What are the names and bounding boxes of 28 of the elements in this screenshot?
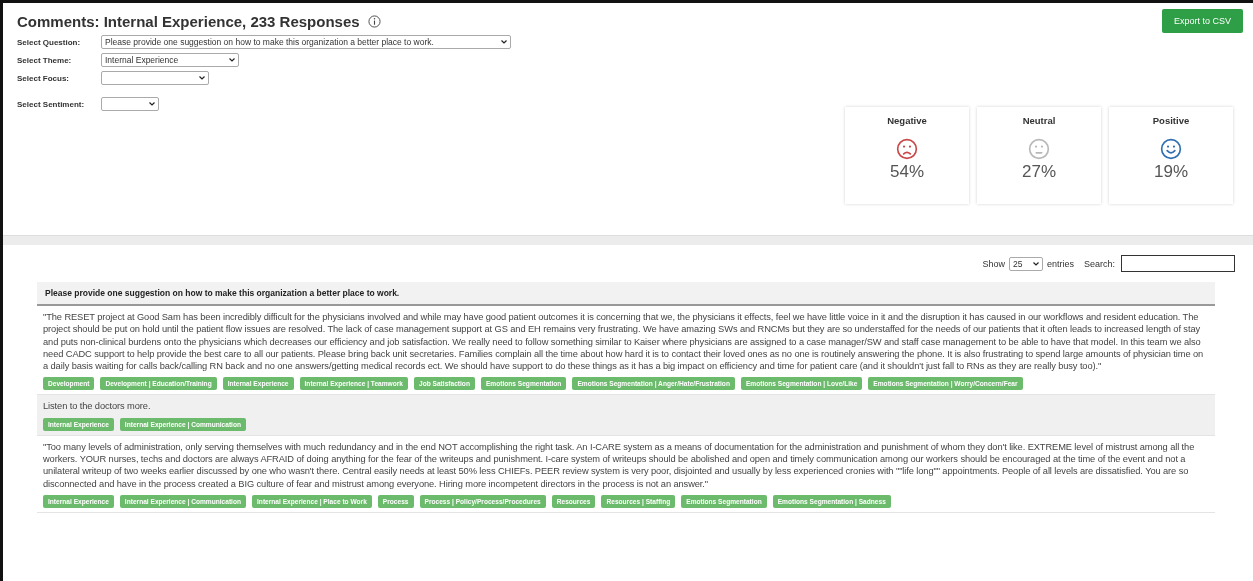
filter-label: Select Focus: bbox=[17, 73, 69, 83]
comment-text: "Too many levels of administration, only serving themselves with much redundancy and in the end NOT accomplishing the right task. An I-CARE system as a means of documentation for the administration and punishment of whom they don't like. EXTREME level of mistrust among all the workers. YOUR nurses, techs and doctors are always AFRAID of doing anything for the fear of the writeups and punishment. I-care system of writeups should be abolished and open and timely communication among our workers should be encouraged at the time of the event and not a unilateral writeup of two weeks earlier discussed by one who wasn't there. Central easily needs at least 50% less CHIEFs. PEER review system is very poor, disjointed and usually by less experienced cronies with ""life long"" appointments. People of all levels are dissatisfied. You are so disconnected and have in the process created a BIG culture of fear and mistrust among everyone. Hiring more incompetent directors in the process is not an answer." bbox=[43, 440, 1196, 490]
search-label: Search: bbox=[1083, 258, 1115, 269]
sentiment-percent: 27% bbox=[1022, 162, 1056, 182]
page-title: Comments: Internal Experience, 233 Responses bbox=[17, 13, 360, 30]
chevron-icon bbox=[229, 58, 235, 62]
filter-dropdown[interactable]: Internal Experience bbox=[101, 53, 239, 67]
show-label: Show bbox=[982, 258, 1005, 269]
filter-label: Select Theme: bbox=[17, 55, 72, 65]
column-header[interactable]: Please provide one suggestion on how to make this organization a better place to work. bbox=[37, 282, 1215, 306]
filter-dropdown[interactable]: Please provide one suggestion on how to make this organization a better place to work. bbox=[101, 35, 511, 49]
page-size-dropdown[interactable]: 25 bbox=[1008, 256, 1043, 271]
filter-label: Select Question: bbox=[17, 37, 81, 47]
search-field[interactable] bbox=[1121, 255, 1235, 272]
chevron-icon bbox=[501, 40, 507, 44]
sentiment-label: Negative bbox=[887, 115, 927, 126]
comment-text: Listen to the doctors more. bbox=[43, 400, 152, 413]
chevron-icon bbox=[199, 76, 205, 80]
info-icon[interactable] bbox=[367, 15, 381, 28]
filter-label: Select Sentiment: bbox=[17, 99, 85, 109]
entries-label: entries bbox=[1046, 258, 1074, 269]
chevron-icon bbox=[1032, 261, 1039, 266]
sentiment-percent: 54% bbox=[890, 162, 924, 182]
sentiment-label: Positive bbox=[1152, 115, 1190, 126]
sentiment-percent: 19% bbox=[1154, 162, 1188, 182]
chevron-icon bbox=[149, 102, 155, 106]
comment-text: "The RESET project at Good Sam has been incredibly difficult for the physicians involved and while may have good patient outcomes it is concerning that we, the physicians it effects, feel we have little voice in it and the disruption it has caused in our workflows and resident education. The project should be put on hold until the patient flow issues are resolved. The lack of case management support at GS and EH remains very frustrating. We have amazing SWs and RNCMs but they are so understaffed for the needs of our patients that it often leads to increased length of stay and puts non-clinical burdens onto the physicians which decreases our efficiency and job satisfaction. We really need to follow something similar to Kaiser where physicians are assigned to a case manager/SW and staff case management to be able to have that model. In this team we also need CADC support to help provide the best care to all our patients. Please bring back unit secretaries. Families complain all the time about how hard it is to contact their loved ones as no one is routinely answering the phone. It is also frustrating to spend large amounts of physician time on a daily basis waiting for calls back/calling RN back and no one answers/getting medical records ect. We should have support to do these things as it has a big impact on efficiency and time for patient care (and it shouldn't just fall to RNs as they are really busy too)." bbox=[43, 311, 1205, 373]
sentiment-label: Neutral bbox=[1022, 115, 1056, 126]
